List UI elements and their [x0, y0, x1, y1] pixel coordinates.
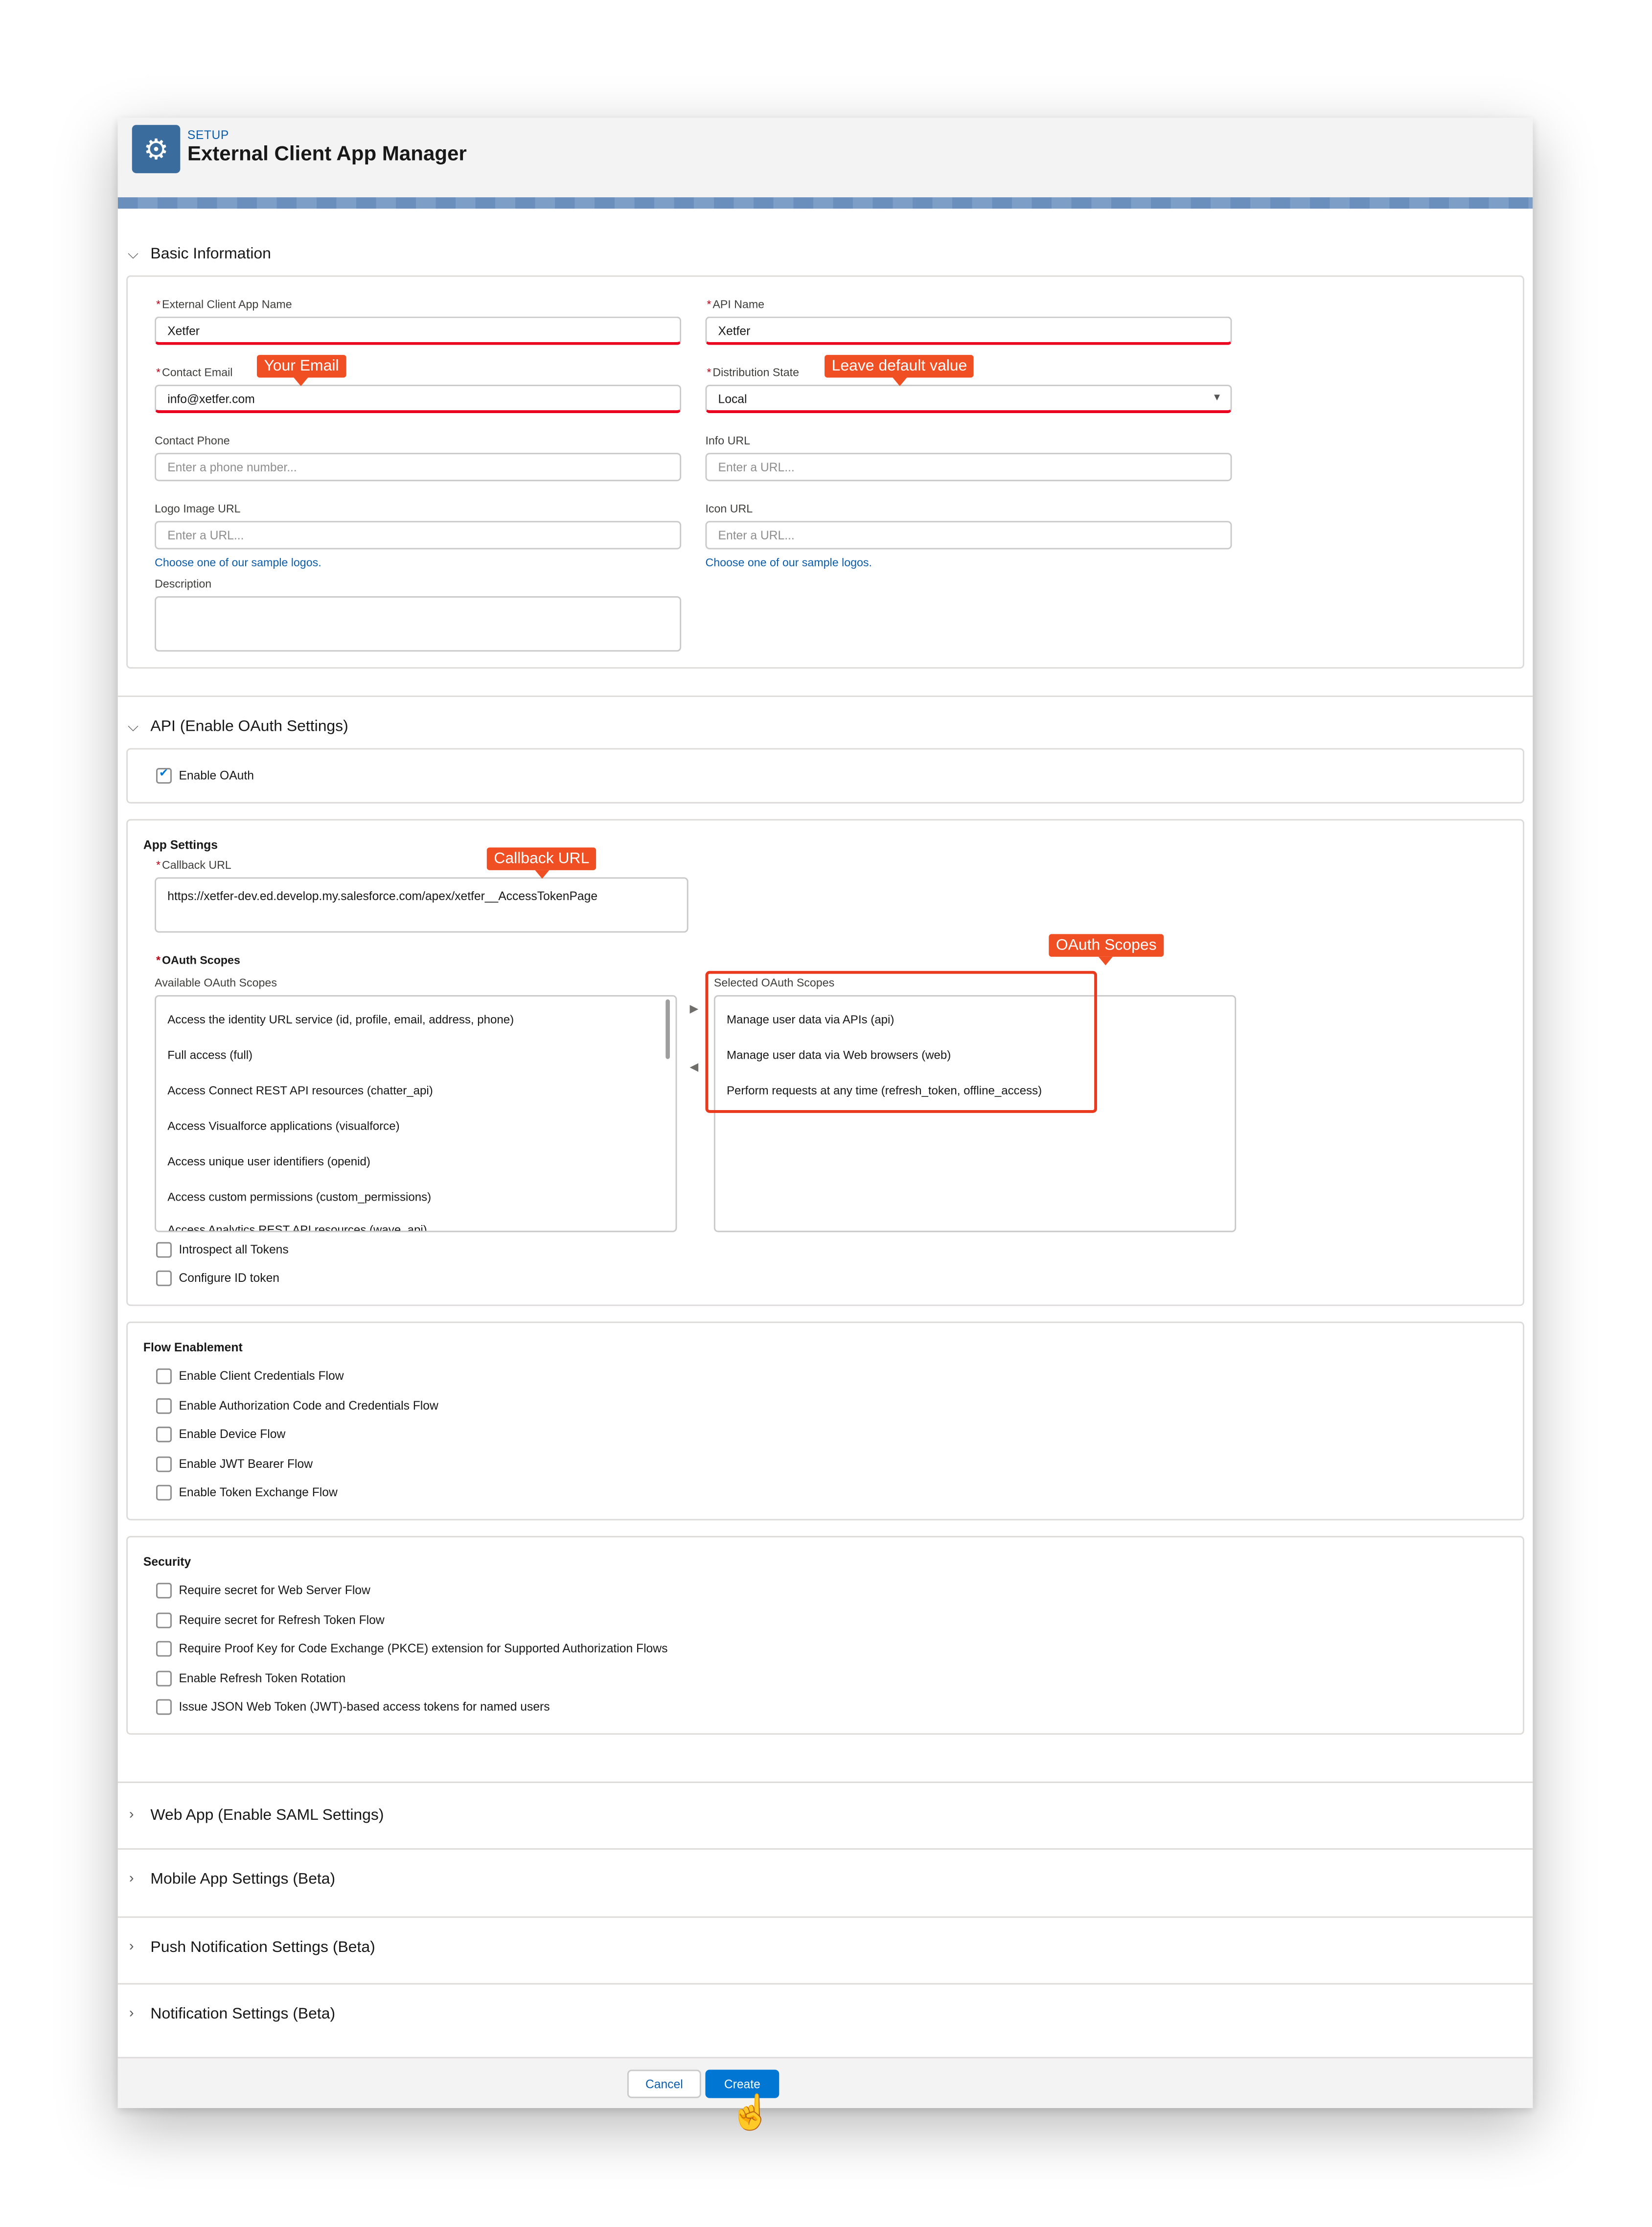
selected-scopes-highlight — [705, 971, 1097, 1113]
page-title: External Client App Manager — [187, 143, 467, 166]
auth-code-credentials-checkbox[interactable] — [156, 1398, 172, 1414]
list-item[interactable]: Full access (full) — [167, 1047, 252, 1062]
available-scopes-label: Available OAuth Scopes — [155, 976, 277, 990]
contact-phone-input[interactable]: Enter a phone number... — [155, 453, 682, 482]
contact-phone-label: Contact Phone — [155, 434, 230, 447]
secret-refresh-checkbox[interactable] — [156, 1612, 172, 1628]
available-scopes-list[interactable]: Access the identity URL service (id, pro… — [155, 995, 677, 1232]
section-mobile-app[interactable]: Mobile App Settings (Beta) — [150, 1871, 335, 1888]
distribution-state-select[interactable]: Local ▼ — [705, 384, 1232, 413]
sample-icons-link[interactable]: Choose one of our sample logos. — [705, 557, 872, 569]
page-header: ⚙ SETUP External Client App Manager — [117, 117, 1533, 199]
security-item-label: Enable Refresh Token Rotation — [179, 1670, 346, 1685]
move-right-icon[interactable]: ▶ — [690, 1002, 699, 1015]
callout-oauth-scopes: OAuth Scopes — [1049, 934, 1164, 957]
distribution-state-label: * Distribution State — [707, 366, 800, 379]
chevron-right-icon[interactable]: › — [129, 1807, 134, 1823]
token-exchange-checkbox[interactable] — [156, 1485, 172, 1501]
chevron-right-icon[interactable]: › — [129, 1939, 134, 1955]
enable-oauth-checkbox[interactable] — [156, 766, 172, 784]
api-name-label: * API Name — [707, 298, 765, 311]
app-name-input[interactable]: Xetfer — [155, 316, 682, 345]
list-item[interactable]: Access the identity URL service (id, pro… — [167, 1012, 514, 1026]
divider — [117, 1916, 1533, 1918]
list-item[interactable]: Access unique user identifiers (openid) — [167, 1154, 370, 1168]
section-api-oauth[interactable]: API (Enable OAuth Settings) — [150, 719, 348, 736]
oauth-panel — [126, 748, 1524, 804]
callout-default-value: Leave default value — [825, 355, 974, 378]
move-left-icon[interactable]: ◀ — [690, 1061, 699, 1073]
app-window: ⚙ SETUP External Client App Manager ⌵ Ba… — [117, 117, 1533, 2108]
security-item-label: Require secret for Web Server Flow — [179, 1582, 370, 1597]
security-heading: Security — [143, 1554, 191, 1569]
chevron-down-icon[interactable]: ⌵ — [128, 247, 138, 263]
app-settings-heading: App Settings — [143, 837, 218, 852]
distribution-state-value: Local — [718, 392, 747, 406]
chevron-right-icon[interactable]: › — [129, 1871, 134, 1887]
contact-email-label: * Contact Email — [156, 366, 233, 379]
security-item-label: Require Proof Key for Code Exchange (PKC… — [179, 1641, 668, 1655]
callback-url-textarea[interactable]: https://xetfer-dev.ed.develop.my.salesfo… — [155, 877, 688, 933]
header-banner — [117, 197, 1533, 209]
chevron-down-icon[interactable]: ⌵ — [128, 719, 138, 735]
secret-web-server-checkbox[interactable] — [156, 1582, 172, 1599]
enable-oauth-label: Enable OAuth — [179, 768, 254, 783]
gear-icon: ⚙ — [132, 125, 181, 173]
footer-bar: Cancel Create — [117, 2057, 1533, 2108]
flow-item-label: Enable Client Credentials Flow — [179, 1368, 344, 1383]
divider — [117, 1781, 1533, 1783]
oauth-scopes-label: * OAuth Scopes — [156, 954, 240, 967]
section-web-app[interactable]: Web App (Enable SAML Settings) — [150, 1807, 384, 1824]
device-flow-checkbox[interactable] — [156, 1426, 172, 1442]
list-item[interactable]: Access custom permissions (custom_permis… — [167, 1189, 431, 1204]
api-name-input[interactable]: Xetfer — [705, 316, 1232, 345]
section-basic-information[interactable]: Basic Information — [150, 246, 271, 263]
refresh-rotation-checkbox[interactable] — [156, 1670, 172, 1687]
sample-logos-link[interactable]: Choose one of our sample logos. — [155, 557, 321, 569]
scrollbar-thumb[interactable] — [665, 999, 670, 1059]
flow-item-label: Enable Token Exchange Flow — [179, 1485, 338, 1499]
pkce-checkbox[interactable] — [156, 1641, 172, 1657]
setup-label: SETUP — [187, 128, 229, 142]
info-url-label: Info URL — [705, 434, 751, 447]
list-item[interactable]: Access Visualforce applications (visualf… — [167, 1118, 399, 1133]
flow-item-label: Enable Authorization Code and Credential… — [179, 1398, 438, 1413]
description-textarea[interactable] — [155, 596, 682, 652]
logo-url-input[interactable]: Enter a URL... — [155, 521, 682, 550]
flow-enablement-heading: Flow Enablement — [143, 1340, 243, 1354]
divider — [117, 696, 1533, 697]
list-item[interactable]: Access Analytics REST API resources (wav… — [167, 1222, 427, 1230]
section-notification[interactable]: Notification Settings (Beta) — [150, 2006, 335, 2023]
flow-item-label: Enable Device Flow — [179, 1426, 286, 1441]
list-item[interactable]: Access Connect REST API resources (chatt… — [167, 1083, 433, 1097]
contact-email-input[interactable]: info@xetfer.com — [155, 384, 682, 413]
cancel-button[interactable]: Cancel — [627, 2069, 701, 2098]
description-label: Description — [155, 578, 212, 591]
hand-pointer-icon: ☝ — [729, 2093, 772, 2133]
info-url-input[interactable]: Enter a URL... — [705, 453, 1232, 482]
configure-id-token-checkbox[interactable] — [156, 1270, 172, 1286]
section-push-notification[interactable]: Push Notification Settings (Beta) — [150, 1939, 375, 1956]
chevron-right-icon[interactable]: › — [129, 2006, 134, 2021]
introspect-tokens-checkbox[interactable] — [156, 1242, 172, 1258]
callout-your-email: Your Email — [256, 355, 346, 378]
logo-url-label: Logo Image URL — [155, 502, 241, 515]
callout-callback-url: Callback URL — [486, 847, 597, 870]
security-item-label: Issue JSON Web Token (JWT)-based access … — [179, 1699, 550, 1714]
divider — [117, 1983, 1533, 1985]
callback-url-label: * Callback URL — [156, 858, 231, 872]
introspect-tokens-label: Introspect all Tokens — [179, 1242, 289, 1256]
jwt-tokens-checkbox[interactable] — [156, 1699, 172, 1715]
client-credentials-checkbox[interactable] — [156, 1368, 172, 1384]
app-name-label: * External Client App Name — [156, 298, 292, 311]
configure-id-token-label: Configure ID token — [179, 1270, 279, 1285]
chevron-down-icon: ▼ — [1212, 393, 1222, 403]
security-item-label: Require secret for Refresh Token Flow — [179, 1612, 385, 1627]
icon-url-label: Icon URL — [705, 502, 753, 515]
jwt-bearer-checkbox[interactable] — [156, 1456, 172, 1472]
divider — [117, 1848, 1533, 1850]
flow-item-label: Enable JWT Bearer Flow — [179, 1456, 313, 1471]
icon-url-input[interactable]: Enter a URL... — [705, 521, 1232, 550]
